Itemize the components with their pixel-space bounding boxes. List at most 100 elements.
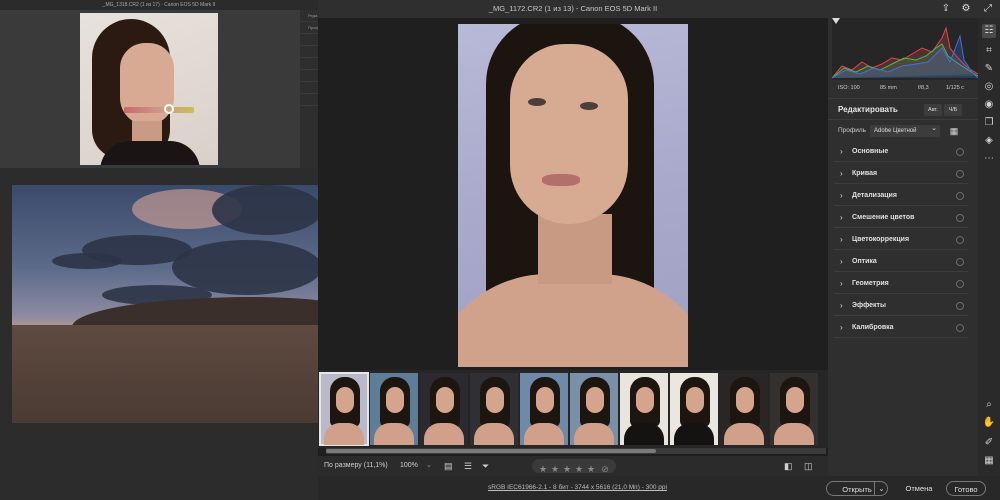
sort-icon[interactable]: ☰ — [464, 456, 472, 476]
filmstrip-thumb[interactable] — [520, 373, 568, 445]
filmstrip-thumb[interactable] — [770, 373, 818, 445]
eye-icon[interactable] — [956, 280, 964, 288]
profile-label: Профиль — [838, 127, 867, 134]
filmstrip-thumb[interactable] — [420, 373, 468, 445]
bw-button[interactable]: Ч/Б — [944, 104, 962, 116]
mask-icon[interactable]: ◎ — [982, 80, 996, 94]
eye-icon[interactable] — [956, 170, 964, 178]
filmstrip-thumb[interactable] — [620, 373, 668, 445]
filmstrip-thumb[interactable] — [670, 373, 718, 445]
star-icon[interactable]: ★ — [538, 464, 548, 474]
star-icon[interactable]: ★ — [574, 464, 584, 474]
star-icon[interactable]: ★ — [562, 464, 572, 474]
gear-icon[interactable]: ⚙ — [960, 3, 972, 15]
crop-icon[interactable]: ⌗ — [982, 44, 996, 58]
section-effects[interactable]: › Эффекты — [834, 296, 968, 316]
zoom-dropdown[interactable]: 100% — [400, 456, 418, 476]
status-bar: По размеру (11,1%) 100% ⌄ ▤ ☰ ⏷ ★ ★ ★ ★ … — [318, 456, 828, 476]
eye-icon[interactable] — [956, 258, 964, 266]
histogram-graph — [831, 26, 979, 79]
edit-title: Редактировать — [838, 105, 898, 114]
filmstrip-scroll-thumb[interactable] — [326, 449, 656, 453]
shadow-clipping-icon[interactable] — [832, 18, 840, 24]
window-title: _MG_1172.CR2 (1 из 13) - Canon EOS 5D Ma… — [488, 4, 658, 13]
mini-side-row[interactable] — [300, 58, 318, 70]
color-slider-knob[interactable] — [164, 104, 174, 114]
section-detail[interactable]: › Детализация — [834, 186, 968, 206]
chevron-right-icon: › — [840, 147, 843, 156]
color-slider-overlay[interactable] — [124, 107, 194, 113]
sliders-icon[interactable]: ☷ — [982, 24, 996, 38]
filmstrip-view-icon[interactable]: ▤ — [444, 456, 453, 476]
chevron-down-icon[interactable]: ⌄ — [874, 481, 888, 496]
cancel-button[interactable]: Отмена — [902, 481, 936, 496]
done-button[interactable]: Готово — [946, 481, 986, 496]
left-collage: _MG_1318.CR2 (1 из 17) · Canon EOS 5D Ma… — [0, 0, 319, 500]
filmstrip-thumb[interactable] — [720, 373, 768, 445]
mini-side-row[interactable]: Проф — [300, 22, 319, 34]
red-eye-icon[interactable]: ◉ — [982, 98, 996, 112]
section-curve[interactable]: › Кривая — [834, 164, 968, 184]
profile-select[interactable]: Adobe Цветной — [870, 123, 940, 137]
star-icon[interactable]: ★ — [586, 464, 596, 474]
fit-zoom-dropdown[interactable]: По размеру (11,1%) — [324, 456, 388, 476]
presets-icon[interactable]: ◈ — [982, 134, 996, 148]
section-calibration[interactable]: › Калибровка — [834, 318, 968, 338]
eye-icon[interactable] — [956, 214, 964, 222]
color-sampler-icon[interactable]: ✐ — [982, 436, 996, 450]
star-icon[interactable]: ★ — [550, 464, 560, 474]
image-canvas[interactable] — [318, 18, 828, 370]
title-bar: _MG_1172.CR2 (1 из 13) - Canon EOS 5D Ma… — [318, 0, 1000, 18]
filmstrip-scrollbar[interactable] — [326, 448, 826, 454]
eye-icon[interactable] — [956, 236, 964, 244]
landscape-frame — [0, 168, 318, 500]
section-color-grading[interactable]: › Цветокоррекция — [834, 230, 968, 250]
compare-view-icon[interactable]: ◧ — [784, 456, 793, 476]
section-geometry[interactable]: › Геометрия — [834, 274, 968, 294]
eye-icon[interactable] — [956, 302, 964, 310]
chevron-down-icon[interactable]: ⌄ — [426, 456, 432, 476]
mini-side-row[interactable] — [300, 34, 318, 46]
snapshots-icon[interactable]: ❐ — [982, 116, 996, 130]
filmstrip-thumb[interactable] — [470, 373, 518, 445]
filmstrip-thumb[interactable] — [319, 372, 369, 446]
before-after-icon[interactable]: ◫ — [804, 456, 813, 476]
mini-window-title: _MG_1318.CR2 (1 из 17) · Canon EOS 5D Ma… — [0, 0, 318, 10]
hand-icon[interactable]: ✋ — [982, 416, 996, 430]
aperture-value: f/8,3 — [918, 85, 929, 91]
chevron-right-icon: › — [840, 235, 843, 244]
zoom-icon[interactable]: ⌕ — [982, 398, 996, 412]
healing-brush-icon[interactable]: ✎ — [982, 62, 996, 76]
chevron-right-icon: › — [840, 301, 843, 310]
mini-side-row[interactable] — [300, 70, 318, 82]
section-optics[interactable]: › Оптика — [834, 252, 968, 272]
eye-icon[interactable] — [956, 324, 964, 332]
eye-icon[interactable] — [956, 192, 964, 200]
mini-side-row[interactable] — [300, 94, 318, 106]
chevron-right-icon: › — [840, 323, 843, 332]
filmstrip-thumb[interactable] — [370, 373, 418, 445]
section-basic[interactable]: › Основные — [834, 142, 968, 162]
rating-stars: ★ ★ ★ ★ ★ ⊘ — [532, 459, 616, 474]
mini-side-row[interactable] — [300, 82, 318, 94]
focal-length-value: 85 mm — [880, 85, 897, 91]
iso-value: ISO: 100 — [838, 85, 860, 91]
grid-icon[interactable]: ▦ — [982, 454, 996, 468]
filter-icon[interactable]: ⏷ — [482, 456, 489, 476]
profile-browser-icon[interactable]: ▦ — [948, 125, 960, 137]
mini-side-row[interactable]: Реда — [300, 10, 318, 22]
histogram — [831, 18, 979, 80]
expand-icon[interactable]: ⤢ — [982, 3, 994, 15]
mini-side-row[interactable] — [300, 46, 318, 58]
eye-icon[interactable] — [956, 148, 964, 156]
auto-button[interactable]: Авт. — [924, 104, 942, 116]
filmstrip-thumb[interactable] — [570, 373, 618, 445]
delete-flag-icon[interactable]: ⊘ — [600, 464, 610, 474]
main-portrait-photo — [458, 24, 688, 367]
app-window: _MG_1318.CR2 (1 из 17) · Canon EOS 5D Ma… — [0, 0, 1000, 500]
export-icon[interactable]: ⇪ — [940, 3, 952, 15]
filmstrip — [318, 370, 828, 448]
more-icon[interactable]: ⋯ — [982, 152, 996, 166]
section-color-mixer[interactable]: › Смешение цветов — [834, 208, 968, 228]
workflow-options-link[interactable]: sRGB IEC61966-2.1 - 8 бит - 3744 x 5616 … — [488, 476, 667, 500]
